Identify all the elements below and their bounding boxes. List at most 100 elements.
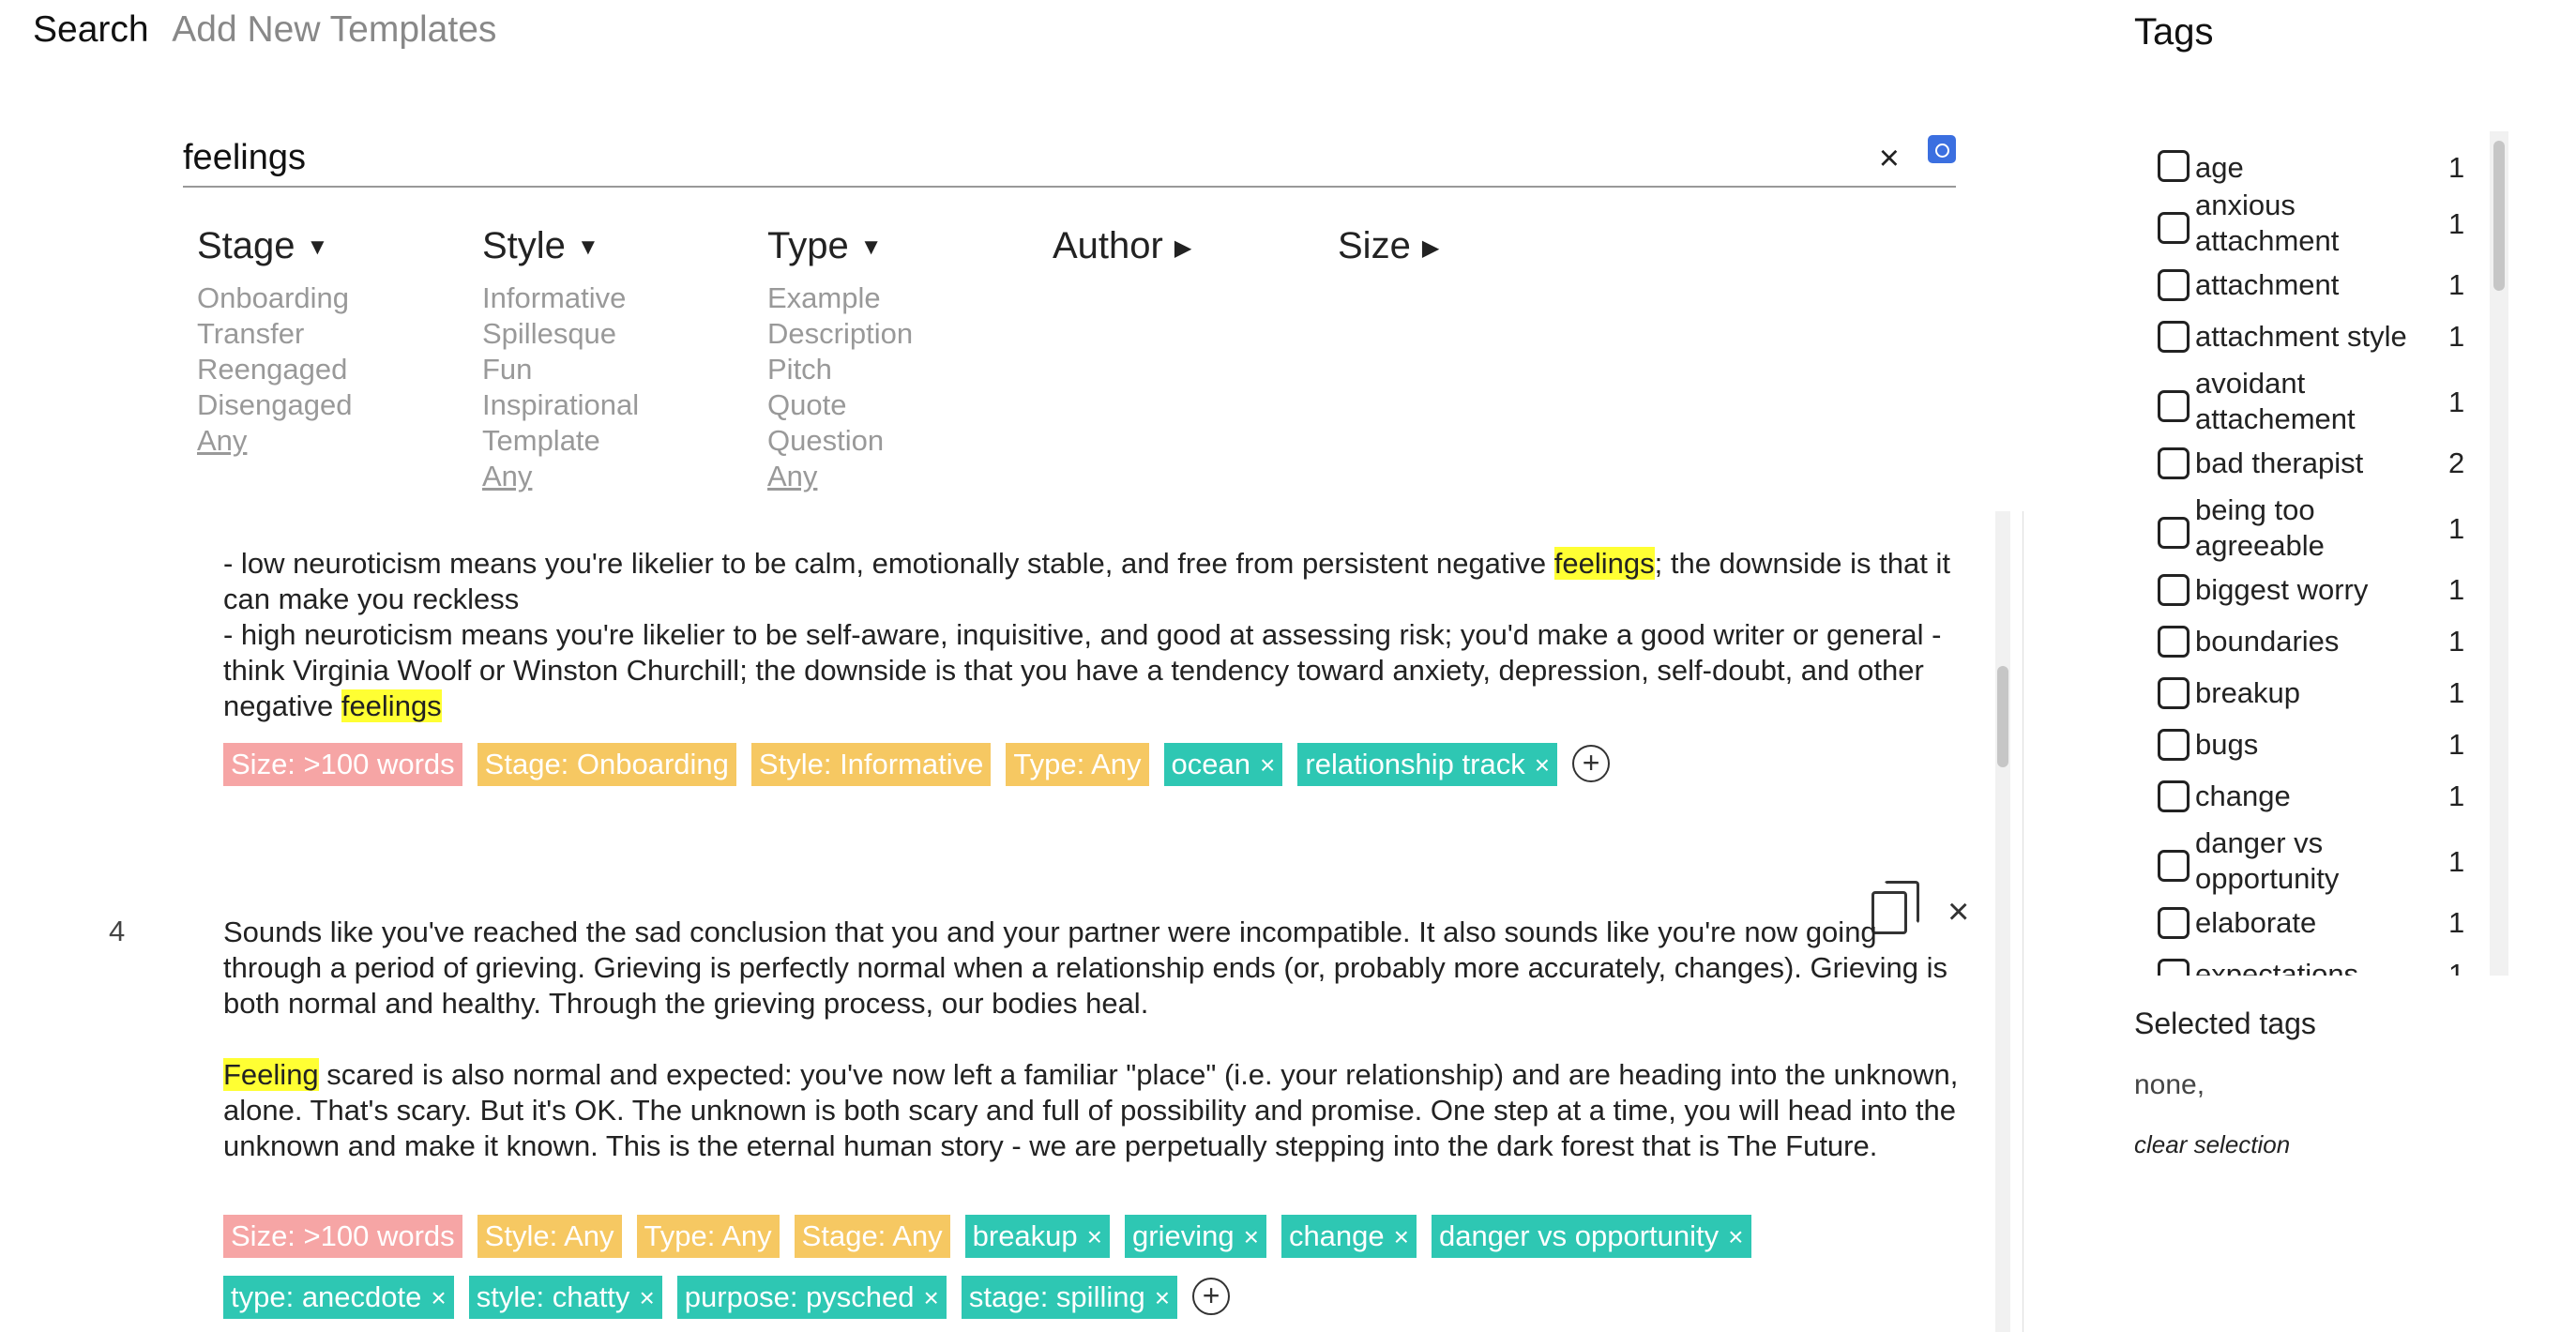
remove-tag-icon[interactable]: × <box>1244 1222 1259 1251</box>
clear-search-icon[interactable]: × <box>1879 141 1900 176</box>
tag-checkbox[interactable] <box>2158 390 2190 422</box>
tag-chip[interactable]: Size: >100 words <box>223 1215 462 1258</box>
remove-tag-icon[interactable]: × <box>1394 1222 1409 1251</box>
tag-checkbox[interactable] <box>2158 517 2190 549</box>
tag-chip[interactable]: Stage: Any <box>794 1215 950 1258</box>
remove-tag-icon[interactable]: × <box>431 1283 446 1312</box>
tag-checkbox[interactable] <box>2158 321 2190 353</box>
selected-tags-value: none, <box>2134 1069 2205 1100</box>
filter-size: Size ▶ <box>1338 225 1439 280</box>
tag-chip[interactable]: breakup × <box>964 1215 1111 1258</box>
tag-chip[interactable]: Type: Any <box>1006 743 1149 786</box>
filter-option-any[interactable]: Any <box>482 459 639 494</box>
search-highlight: feelings <box>1553 547 1655 580</box>
tag-chip[interactable]: style: chatty × <box>468 1276 662 1319</box>
filter-option[interactable]: Description <box>767 316 913 352</box>
tag-checkbox[interactable] <box>2158 269 2190 301</box>
tag-chip[interactable]: stage: spilling × <box>961 1276 1178 1319</box>
tags-list: age 1 anxious attachment 1 attachment 1 att… <box>2148 131 2486 976</box>
tag-chip[interactable]: Type: Any <box>636 1215 780 1258</box>
caret-down-icon: ▼ <box>576 235 599 261</box>
filter-style: Style ▼ Informative Spillesque Fun Inspir… <box>482 225 639 494</box>
filter-stage-header[interactable]: Stage ▼ <box>197 225 352 267</box>
filter-option[interactable]: Inspirational <box>482 387 639 423</box>
filter-author: Author ▶ <box>1053 225 1191 280</box>
top-nav: Search Add New Templates <box>33 9 496 51</box>
scrollbar-thumb[interactable] <box>2493 141 2505 291</box>
result-tags: Size: >100 words Style: Any Type: Any Stage… <box>223 1215 1766 1258</box>
remove-tag-icon[interactable]: × <box>639 1283 654 1312</box>
tag-chip[interactable]: type: anecdote × <box>223 1276 454 1319</box>
caret-right-icon: ▶ <box>1421 235 1440 261</box>
filter-stage: Stage ▼ Onboarding Transfer Reengaged Dis… <box>197 225 352 459</box>
search-highlight: feelings <box>341 689 442 722</box>
filter-option[interactable]: Quote <box>767 387 913 423</box>
tag-checkbox[interactable] <box>2158 150 2190 182</box>
remove-tag-icon[interactable]: × <box>1535 750 1550 780</box>
tag-checkbox[interactable] <box>2158 850 2190 882</box>
search-highlight: Feeling <box>223 1058 319 1091</box>
add-tag-icon[interactable]: + <box>1572 745 1611 782</box>
filter-style-header[interactable]: Style ▼ <box>482 225 639 267</box>
remove-tag-icon[interactable]: × <box>1155 1283 1170 1312</box>
clear-selection-link[interactable]: clear selection <box>2134 1130 2290 1159</box>
tag-chip[interactable]: relationship track × <box>1297 743 1558 786</box>
remove-tag-icon[interactable]: × <box>1728 1222 1743 1251</box>
filter-option-any[interactable]: Any <box>197 423 352 459</box>
tags-scrollbar[interactable] <box>2490 131 2508 976</box>
remove-tag-icon[interactable]: × <box>1260 750 1275 780</box>
nav-search[interactable]: Search <box>33 9 149 50</box>
tag-checkbox[interactable] <box>2158 959 2190 976</box>
result-tags: type: anecdote × style: chatty × purpose: py… <box>223 1276 1231 1319</box>
filter-type-header[interactable]: Type ▼ <box>767 225 913 267</box>
tag-checkbox[interactable] <box>2158 677 2190 709</box>
filter-author-header[interactable]: Author ▶ <box>1053 225 1191 267</box>
add-tag-icon[interactable]: + <box>1192 1278 1231 1315</box>
filter-option[interactable]: Transfer <box>197 316 352 352</box>
tag-checkbox[interactable] <box>2158 574 2190 606</box>
tag-checkbox[interactable] <box>2158 729 2190 761</box>
filter-option[interactable]: Fun <box>482 352 639 387</box>
results-list: - low neuroticism means you're likelier … <box>103 516 2008 1332</box>
tag-checkbox[interactable] <box>2158 907 2190 939</box>
filter-option-any[interactable]: Any <box>767 459 913 494</box>
filter-option[interactable]: Disengaged <box>197 387 352 423</box>
filter-type: Type ▼ Example Description Pitch Quote Qu… <box>767 225 913 494</box>
row-number: 4 <box>109 915 126 947</box>
filter-size-header[interactable]: Size ▶ <box>1338 225 1439 267</box>
search-input[interactable] <box>183 131 1825 184</box>
nav-add-new-templates[interactable]: Add New Templates <box>172 9 496 50</box>
filter-option[interactable]: Pitch <box>767 352 913 387</box>
selected-tags-title: Selected tags <box>2134 1007 2316 1040</box>
filter-option[interactable]: Example <box>767 280 913 316</box>
tag-chip[interactable]: change × <box>1280 1215 1417 1258</box>
caret-down-icon: ▼ <box>306 235 329 261</box>
tag-chip[interactable]: purpose: pysched × <box>676 1276 947 1319</box>
scrollbar-thumb[interactable] <box>1997 666 2008 767</box>
filter-option[interactable]: Onboarding <box>197 280 352 316</box>
tag-chip[interactable]: Size: >100 words <box>223 743 462 786</box>
filter-option[interactable]: Spillesque <box>482 316 639 352</box>
filter-option[interactable]: Template <box>482 423 639 459</box>
filter-option[interactable]: Question <box>767 423 913 459</box>
remove-tag-icon[interactable]: × <box>1087 1222 1102 1251</box>
tag-chip[interactable]: Style: Informative <box>750 743 992 786</box>
tag-checkbox[interactable] <box>2158 780 2190 812</box>
filter-option[interactable]: Reengaged <box>197 352 352 387</box>
tag-checkbox[interactable] <box>2158 447 2190 479</box>
filter-option[interactable]: Informative <box>482 280 639 316</box>
stopwatch-icon[interactable] <box>1928 135 1956 163</box>
tag-chip[interactable]: danger vs opportunity × <box>1432 1215 1751 1258</box>
tag-chip[interactable]: ocean × <box>1163 743 1283 786</box>
tag-checkbox[interactable] <box>2158 212 2190 244</box>
tag-chip[interactable]: Style: Any <box>477 1215 622 1258</box>
tags-panel-title: Tags <box>2134 11 2214 53</box>
remove-tag-icon[interactable]: × <box>924 1283 939 1312</box>
tag-checkbox[interactable] <box>2158 626 2190 658</box>
tag-chip[interactable]: Stage: Onboarding <box>477 743 736 786</box>
caret-down-icon: ▼ <box>859 235 883 261</box>
result-text: Sounds like you've reached the sad concl… <box>223 916 1959 1162</box>
tag-chip[interactable]: grieving × <box>1125 1215 1266 1258</box>
caret-right-icon: ▶ <box>1174 235 1192 261</box>
results-scrollbar[interactable] <box>1995 511 2010 1332</box>
